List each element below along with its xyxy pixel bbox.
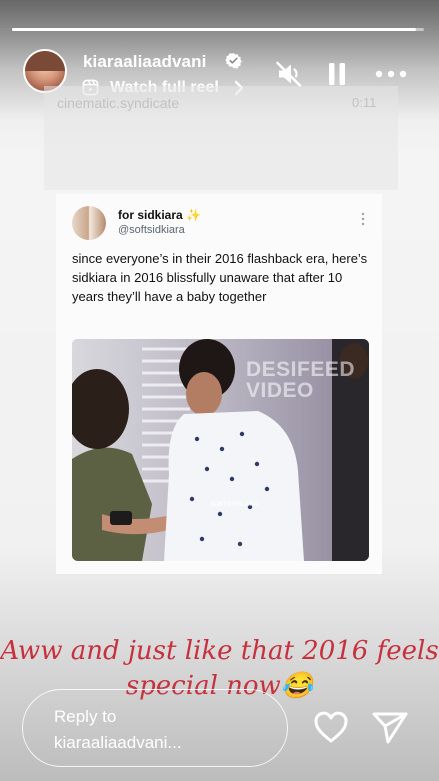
sparkle-icon: ✨ (186, 208, 201, 222)
like-heart-icon[interactable] (313, 710, 349, 744)
verified-badge-icon (225, 53, 242, 69)
reply-input[interactable]: Reply to kiaraaliaadvani... (22, 689, 288, 767)
story-progress-bar (12, 28, 424, 31)
mute-icon[interactable] (275, 60, 303, 88)
tweet-text: since everyone’s in their 2016 flashback… (72, 251, 368, 304)
faded-reel-username: cinematic.syndicate (57, 95, 180, 111)
pause-icon[interactable] (325, 60, 349, 88)
reply-placeholder-line1: Reply to (54, 707, 117, 726)
reply-placeholder-line2: kiaraaliaadvani... (54, 733, 182, 752)
send-icon[interactable] (371, 711, 409, 745)
story-username[interactable]: kiaraaliaadvani (83, 52, 206, 72)
tweet-avatar (72, 206, 106, 240)
tweet-more-icon (361, 212, 365, 226)
story-progress-fill (12, 28, 416, 31)
more-options-icon[interactable] (374, 64, 408, 84)
tweet-handle: @softsidkiara (118, 224, 185, 236)
media-small-watermark: SOFTSIDKIARA (210, 502, 259, 508)
reply-placeholder: Reply to kiaraaliaadvani... (54, 704, 274, 756)
story-viewer[interactable]: kiaraaliaadvani Watch full reel cinemati… (0, 0, 439, 781)
tweet-author-name: for sidkiara (118, 208, 183, 222)
faded-reel-time: 0:11 (352, 95, 377, 110)
media-watermark: DESIFEED VIDEO (246, 358, 356, 402)
